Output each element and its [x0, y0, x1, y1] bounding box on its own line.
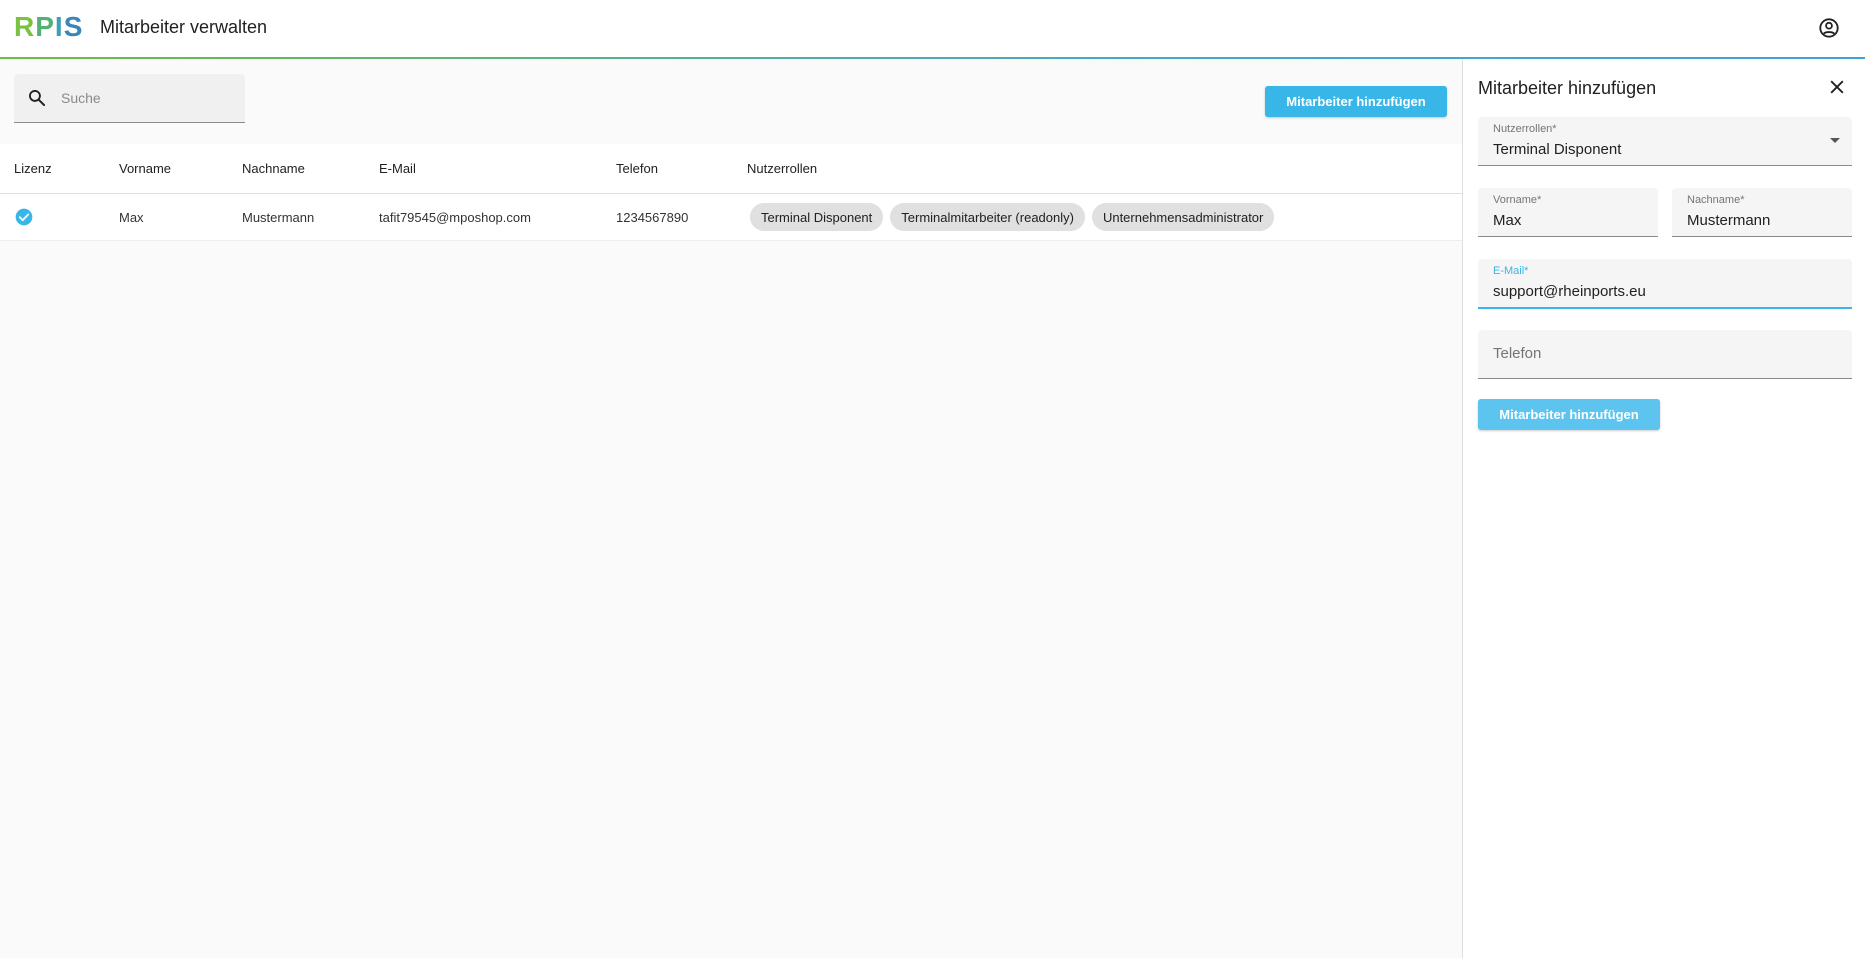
last-name-label: Nachname* — [1687, 194, 1745, 206]
license-cell — [14, 194, 34, 240]
search-box[interactable] — [14, 74, 245, 123]
dropdown-arrow-icon — [1830, 138, 1840, 143]
role-chip: Terminalmitarbeiter (readonly) — [890, 203, 1085, 231]
last-name-cell: Mustermann — [242, 209, 315, 225]
roles-select[interactable]: Nutzerrollen* Terminal Disponent — [1478, 117, 1852, 166]
first-name-cell: Max — [119, 209, 144, 225]
page-title: Mitarbeiter verwalten — [100, 17, 268, 37]
close-icon[interactable] — [1827, 77, 1847, 97]
drawer-title: Mitarbeiter hinzufügen — [1478, 78, 1657, 98]
email-label: E-Mail* — [1493, 265, 1529, 277]
first-name-field[interactable]: Vorname* Max — [1478, 188, 1658, 237]
logo-letter: P — [35, 11, 55, 42]
table-row[interactable]: Max Mustermann tafit79545@mposhop.com 12… — [0, 194, 1462, 241]
column-header-lizenz[interactable]: Lizenz — [14, 144, 52, 193]
check-circle-icon — [15, 208, 33, 226]
search-icon — [28, 90, 46, 107]
column-header-telefon[interactable]: Telefon — [616, 144, 658, 193]
rpis-logo[interactable]: R P I S — [14, 11, 84, 42]
column-header-vorname[interactable]: Vorname — [119, 144, 171, 193]
email-field[interactable]: E-Mail* support@rheinports.eu — [1478, 259, 1852, 309]
submit-add-employee-button[interactable]: Mitarbeiter hinzufügen — [1478, 399, 1660, 430]
role-chip: Unternehmensadministrator — [1091, 203, 1275, 231]
last-name-field[interactable]: Nachname* Mustermann — [1672, 188, 1852, 237]
account-circle-icon[interactable] — [1818, 17, 1840, 39]
add-employee-button[interactable]: Mitarbeiter hinzufügen — [1265, 86, 1447, 117]
table-header: Lizenz Vorname Nachname E-Mail Telefon N… — [0, 144, 1462, 194]
roles-cell: Terminal Disponent Terminalmitarbeiter (… — [747, 194, 1281, 240]
email-cell: tafit79545@mposhop.com — [379, 209, 531, 225]
first-name-value: Max — [1493, 212, 1522, 229]
employee-table: Lizenz Vorname Nachname E-Mail Telefon N… — [0, 144, 1462, 241]
phone-field[interactable]: Telefon — [1478, 330, 1852, 379]
logo-letter: S — [63, 11, 84, 42]
phone-cell: 1234567890 — [616, 209, 689, 225]
roles-select-value: Terminal Disponent — [1493, 141, 1622, 158]
last-name-value: Mustermann — [1687, 212, 1771, 229]
email-value: support@rheinports.eu — [1493, 283, 1646, 300]
roles-select-label: Nutzerrollen* — [1493, 123, 1557, 135]
role-chip: Terminal Disponent — [750, 203, 884, 231]
column-header-nachname[interactable]: Nachname — [242, 144, 305, 193]
search-input[interactable] — [61, 74, 236, 122]
first-name-label: Vorname* — [1493, 194, 1542, 206]
main-content: Mitarbeiter hinzufügen Lizenz Vorname Na… — [0, 59, 1462, 958]
phone-placeholder: Telefon — [1493, 345, 1542, 362]
top-app-bar: R P I S Mitarbeiter verwalten — [0, 0, 1865, 59]
column-header-email[interactable]: E-Mail — [379, 144, 416, 193]
logo-letter: R — [14, 11, 36, 42]
add-employee-drawer: Mitarbeiter hinzufügen Nutzerrollen* Ter… — [1462, 59, 1865, 958]
logo-letter: I — [54, 11, 64, 42]
column-header-nutzerrollen[interactable]: Nutzerrollen — [747, 144, 817, 193]
